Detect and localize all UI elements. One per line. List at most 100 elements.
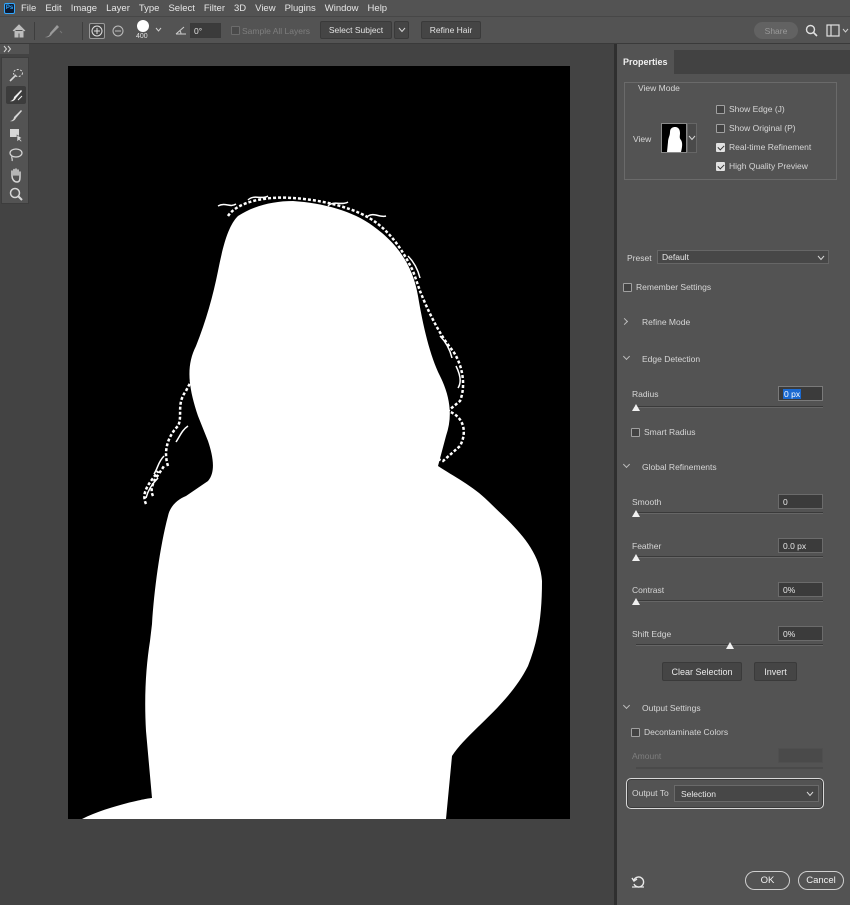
smart-radius-label: Smart Radius xyxy=(644,427,696,437)
brush-preview-icon[interactable] xyxy=(137,20,149,32)
chevron-down-icon xyxy=(806,791,814,797)
object-selection-tool[interactable] xyxy=(6,126,26,144)
smooth-label: Smooth xyxy=(632,497,662,507)
menu-filter[interactable]: Filter xyxy=(204,3,225,14)
tool-preset-brush-icon[interactable] xyxy=(42,21,64,41)
properties-tab[interactable]: Properties xyxy=(617,50,674,74)
high-quality-preview-checkbox[interactable] xyxy=(716,162,725,171)
shift-edge-slider-thumb[interactable] xyxy=(726,642,734,649)
zoom-tool[interactable] xyxy=(6,185,26,203)
edge-detection-header[interactable]: Edge Detection xyxy=(642,354,700,364)
view-mode-thumbnail[interactable] xyxy=(661,123,687,153)
global-refinements-header[interactable]: Global Refinements xyxy=(642,462,717,472)
contrast-input[interactable]: 0% xyxy=(778,582,823,597)
sample-all-layers-label: Sample All Layers xyxy=(242,26,311,36)
document-canvas[interactable] xyxy=(68,66,570,819)
collapse-double-chevron-icon[interactable] xyxy=(3,45,13,53)
quick-selection-icon xyxy=(9,69,23,82)
shift-edge-label: Shift Edge xyxy=(632,629,672,639)
show-original-label: Show Original (P) xyxy=(729,123,796,133)
output-to-select[interactable]: Selection xyxy=(674,785,819,802)
photoshop-logo-icon: Ps xyxy=(4,2,15,14)
hand-tool[interactable] xyxy=(6,166,26,184)
angle-input[interactable]: 0° xyxy=(190,23,221,38)
angle-icon xyxy=(175,24,187,36)
subtract-from-selection-button[interactable] xyxy=(111,24,125,38)
menu-plugins[interactable]: Plugins xyxy=(285,3,316,14)
amount-label: Amount xyxy=(632,751,662,761)
workspace-chevron-icon[interactable] xyxy=(842,26,849,33)
menu-3d[interactable]: 3D xyxy=(234,3,246,14)
brush-tool[interactable] xyxy=(6,106,26,124)
menu-type[interactable]: Type xyxy=(139,3,160,14)
smooth-input[interactable]: 0 xyxy=(778,494,823,509)
view-mode-title: View Mode xyxy=(638,83,680,93)
hand-icon xyxy=(11,168,21,183)
output-settings-chevron-icon[interactable] xyxy=(622,701,631,710)
realtime-refinement-checkbox[interactable] xyxy=(716,143,725,152)
home-icon[interactable] xyxy=(10,23,28,38)
workspace-icon[interactable] xyxy=(826,24,840,37)
radius-input[interactable]: 0 px xyxy=(778,386,823,401)
brush-picker-chevron-icon[interactable] xyxy=(155,25,162,32)
on-black-preview-icon xyxy=(667,127,683,152)
refine-mode-header[interactable]: Refine Mode xyxy=(642,317,690,327)
menu-select[interactable]: Select xyxy=(168,3,194,14)
chevron-down-icon xyxy=(688,135,696,141)
invert-button[interactable]: Invert xyxy=(754,662,797,681)
feather-slider-thumb[interactable] xyxy=(632,554,640,561)
decontaminate-colors-checkbox[interactable] xyxy=(631,728,640,737)
shift-edge-input[interactable]: 0% xyxy=(778,626,823,641)
feather-slider-track[interactable] xyxy=(634,556,823,558)
smart-radius-checkbox[interactable] xyxy=(631,428,640,437)
menu-edit[interactable]: Edit xyxy=(45,3,61,14)
toolbox xyxy=(1,57,29,204)
menu-image[interactable]: Image xyxy=(71,3,97,14)
contrast-slider-track[interactable] xyxy=(634,600,823,602)
brush-size-label: 400 xyxy=(136,33,148,40)
smooth-slider-thumb[interactable] xyxy=(632,510,640,517)
remember-settings-checkbox[interactable] xyxy=(623,283,632,292)
add-to-selection-button[interactable] xyxy=(89,23,105,39)
menu-window[interactable]: Window xyxy=(325,3,359,14)
menu-file[interactable]: File xyxy=(21,3,36,14)
show-original-checkbox[interactable] xyxy=(716,124,725,133)
reset-icon[interactable] xyxy=(631,875,645,888)
smooth-slider-track[interactable] xyxy=(634,512,823,514)
lasso-icon xyxy=(9,148,23,162)
quick-selection-tool[interactable] xyxy=(6,66,26,84)
options-bar: 400 0° Sample All Layers Select Subject … xyxy=(0,16,850,44)
select-subject-button[interactable]: Select Subject xyxy=(320,21,392,39)
search-icon[interactable] xyxy=(805,24,818,37)
lasso-tool[interactable] xyxy=(6,146,26,164)
share-button[interactable]: Share xyxy=(754,22,798,39)
feather-input[interactable]: 0.0 px xyxy=(778,538,823,553)
output-to-value: Selection xyxy=(681,789,716,799)
contrast-slider-thumb[interactable] xyxy=(632,598,640,605)
cancel-button[interactable]: Cancel xyxy=(798,871,844,890)
output-settings-header[interactable]: Output Settings xyxy=(642,703,701,713)
remember-settings-label: Remember Settings xyxy=(636,282,712,292)
brush-icon xyxy=(10,110,22,122)
menu-help[interactable]: Help xyxy=(368,3,388,14)
clear-selection-button[interactable]: Clear Selection xyxy=(662,662,742,681)
radius-slider-track[interactable] xyxy=(634,406,823,408)
show-edge-checkbox[interactable] xyxy=(716,105,725,114)
global-refinements-chevron-icon[interactable] xyxy=(622,460,631,469)
decontaminate-colors-label: Decontaminate Colors xyxy=(644,727,729,737)
refine-edge-brush-tool[interactable] xyxy=(6,86,26,104)
high-quality-preview-label: High Quality Preview xyxy=(729,161,808,171)
refine-mode-chevron-icon[interactable] xyxy=(620,317,629,326)
preset-select[interactable]: Default xyxy=(657,250,829,264)
menu-view[interactable]: View xyxy=(255,3,275,14)
radius-slider-thumb[interactable] xyxy=(632,404,640,411)
chevron-down-icon xyxy=(817,255,825,261)
sample-all-layers-checkbox[interactable] xyxy=(231,26,240,35)
subject-mask-image xyxy=(82,195,542,819)
edge-detection-chevron-icon[interactable] xyxy=(622,352,631,361)
refine-hair-button[interactable]: Refine Hair xyxy=(421,21,481,39)
select-subject-dropdown-button[interactable] xyxy=(394,21,409,39)
ok-button[interactable]: OK xyxy=(745,871,790,890)
menu-layer[interactable]: Layer xyxy=(106,3,130,14)
view-mode-dropdown-button[interactable] xyxy=(687,123,697,153)
